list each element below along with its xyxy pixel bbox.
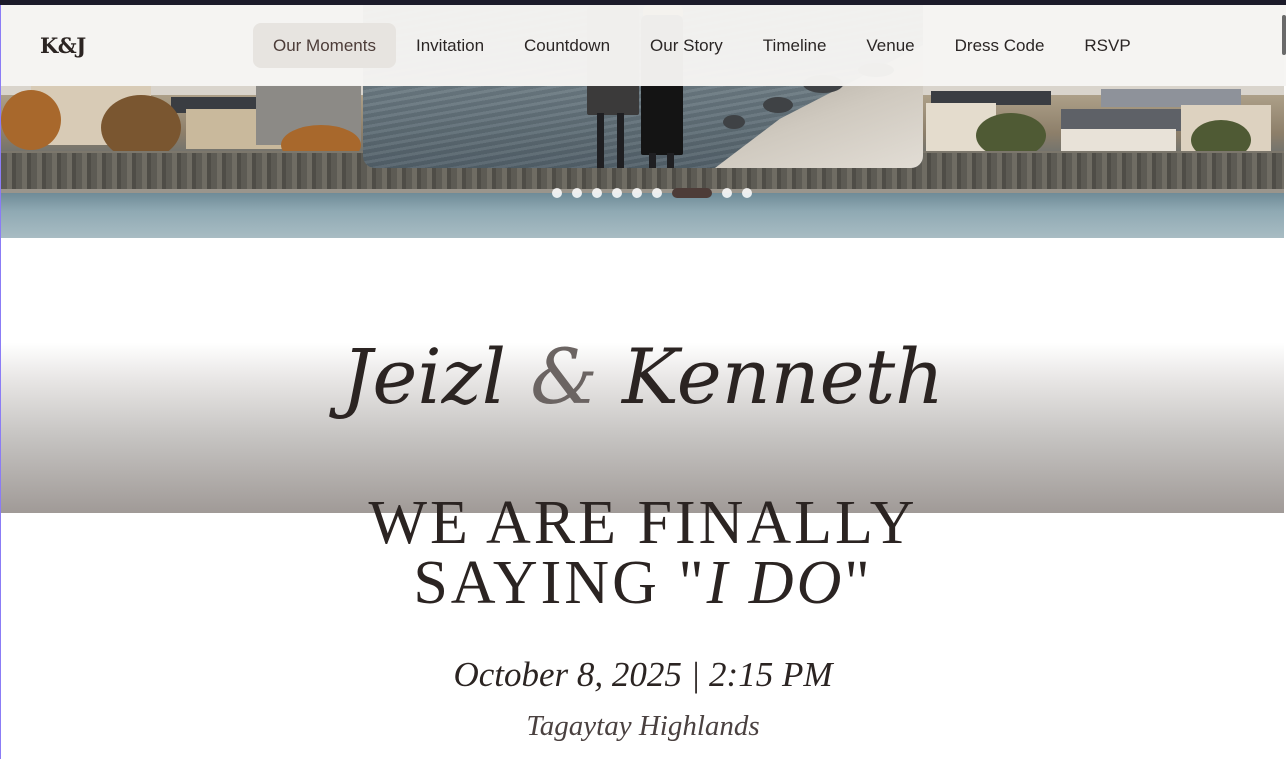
- nav-link-countdown[interactable]: Countdown: [504, 23, 630, 68]
- headline-i-do: I DO: [706, 549, 845, 617]
- tree: [1, 90, 61, 150]
- carousel-dot[interactable]: [722, 188, 732, 198]
- nav-link-rsvp[interactable]: RSVP: [1064, 23, 1150, 68]
- nav-link-timeline[interactable]: Timeline: [743, 23, 847, 68]
- headline-line-2-end: ": [844, 549, 873, 617]
- carousel-dot[interactable]: [592, 188, 602, 198]
- nav-link-venue[interactable]: Venue: [846, 23, 934, 68]
- second-name: Kenneth: [622, 332, 945, 421]
- wedding-date-time: October 8, 2025 | 2:15 PM: [453, 655, 833, 694]
- couple-names: Jeizl & Kenneth: [0, 332, 1286, 421]
- headline-line-2: SAYING "I DO": [0, 552, 1286, 614]
- navigation-bar: K&J Our Moments Invitation Countdown Our St…: [0, 5, 1286, 86]
- rock: [723, 115, 745, 129]
- carousel-dot[interactable]: [572, 188, 582, 198]
- carousel-dot[interactable]: [632, 188, 642, 198]
- rock: [763, 97, 793, 113]
- carousel-dot[interactable]: [612, 188, 622, 198]
- first-name: Jeizl: [341, 332, 507, 421]
- nav-link-our-moments[interactable]: Our Moments: [253, 23, 396, 68]
- nav-link-our-story[interactable]: Our Story: [630, 23, 743, 68]
- nav-links: Our Moments Invitation Countdown Our Story T…: [253, 23, 1151, 68]
- site-logo[interactable]: K&J: [40, 33, 86, 58]
- carousel-dot[interactable]: [672, 188, 712, 198]
- carousel-dot[interactable]: [742, 188, 752, 198]
- left-edge-line: [0, 5, 1, 759]
- river: [1, 193, 1284, 238]
- headline: WE ARE FINALLY SAYING "I DO": [0, 489, 1286, 614]
- carousel-indicators: [552, 187, 752, 199]
- headline-line-1: WE ARE FINALLY: [368, 489, 918, 557]
- wedding-location: Tagaytay Highlands: [526, 710, 760, 742]
- house-roof: [1061, 109, 1181, 131]
- carousel-dot[interactable]: [652, 188, 662, 198]
- nav-link-invitation[interactable]: Invitation: [396, 23, 504, 68]
- headline-line-2-start: SAYING ": [413, 549, 707, 617]
- carousel-dot[interactable]: [552, 188, 562, 198]
- ampersand: &: [530, 332, 598, 421]
- nav-link-dress-code[interactable]: Dress Code: [935, 23, 1065, 68]
- scrollbar-thumb[interactable]: [1282, 15, 1286, 55]
